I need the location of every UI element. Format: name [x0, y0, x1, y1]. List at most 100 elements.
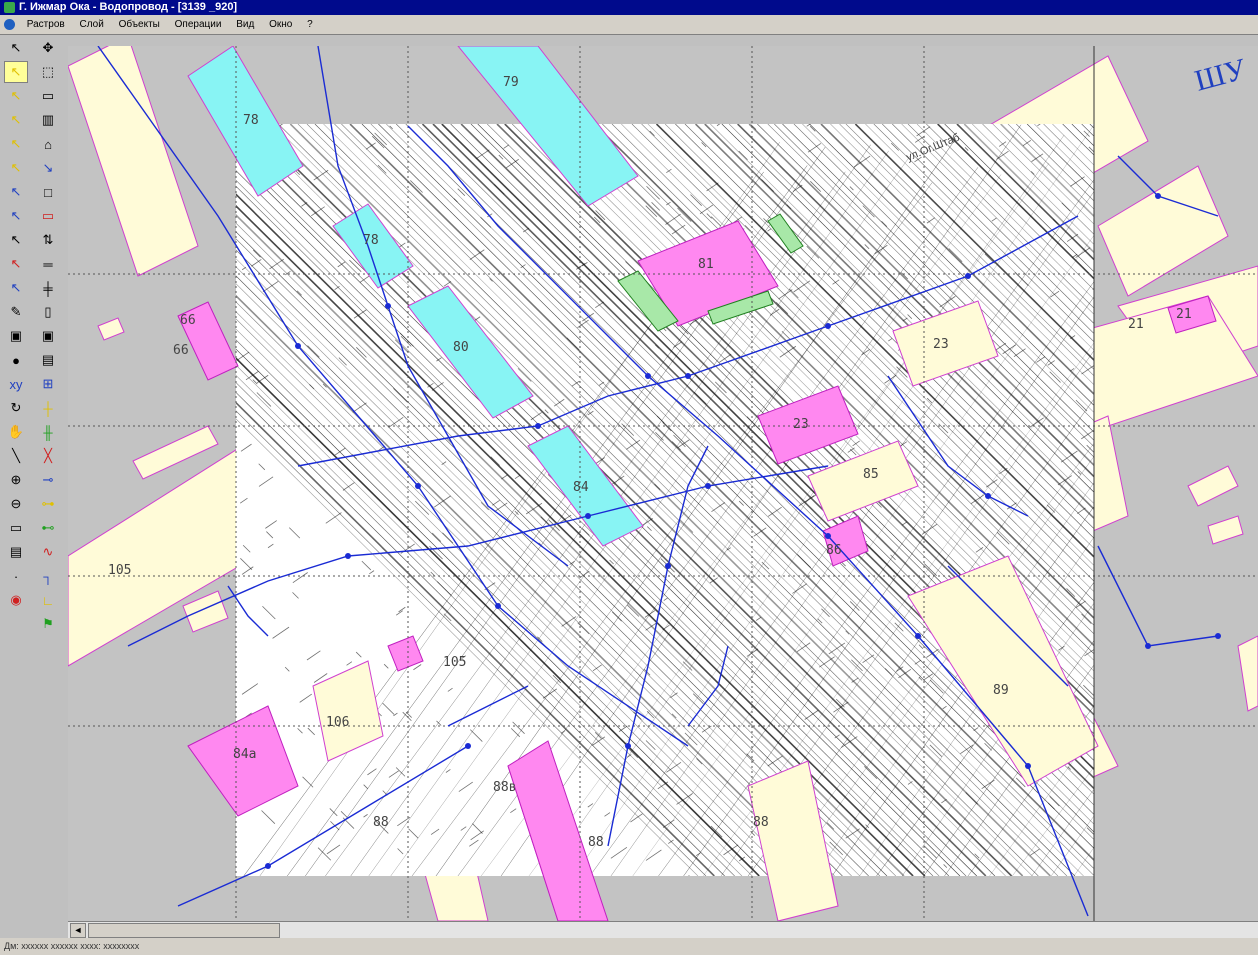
menu-help[interactable]: ? [301, 15, 319, 34]
globe-icon[interactable] [4, 19, 15, 30]
align-icon: ═ [43, 256, 53, 272]
curve-tool-button[interactable]: ∿ [36, 541, 60, 563]
select-shift-tool-button[interactable]: ↖ [4, 277, 28, 299]
xy-icon: xy [9, 376, 23, 392]
map-label: 86 [826, 543, 842, 558]
zoom-in-tool-button[interactable]: ⊕ [4, 469, 28, 491]
select-point-tool-button[interactable]: ↖ [4, 229, 28, 251]
measure-tool-button[interactable]: ╲ [4, 445, 28, 467]
menu-raster[interactable]: Растров [21, 15, 71, 34]
menu-operations[interactable]: Операции [169, 15, 228, 34]
select-red-icon: ↖ [10, 256, 22, 271]
join-tool-button[interactable]: ⊶ [36, 493, 60, 515]
scroll-thumb[interactable] [88, 923, 280, 938]
select-area-tool-button[interactable]: ↖ [4, 133, 28, 155]
rotate-tool-button[interactable]: ↻ [4, 397, 28, 419]
select-red-tool-button[interactable]: ↖ [4, 253, 28, 275]
print-tool-button[interactable]: ▤ [36, 349, 60, 371]
house-icon: ⌂ [44, 136, 52, 152]
rotate-icon: ↻ [10, 400, 22, 415]
frame-icon: ⬚ [41, 64, 55, 79]
node-del-tool-button[interactable]: ╳ [36, 445, 60, 467]
select-blue-tool-button[interactable]: ↖ [4, 181, 28, 203]
eye-tool-button[interactable]: ◉ [4, 589, 28, 611]
pencil-tool-button[interactable]: ✎ [4, 301, 28, 323]
rect-icon: □ [44, 184, 52, 200]
pointer-icon: ↖ [10, 40, 22, 55]
save-tool-button[interactable]: ▣ [36, 325, 60, 347]
angle-tool-button[interactable]: ∟ [36, 589, 60, 611]
map-label: 80 [453, 340, 469, 355]
corner-tool-button[interactable]: ┐ [36, 565, 60, 587]
map-label: 88 [753, 815, 769, 830]
draw-line-tool-button[interactable]: ↘ [36, 157, 60, 179]
binoculars-icon: ● [12, 352, 20, 368]
grid-tool-button[interactable]: · [4, 565, 28, 587]
horizontal-scrollbar[interactable]: ◄ [68, 921, 1258, 938]
move-tool-button[interactable]: ⇅ [36, 229, 60, 251]
angle-icon: ∟ [41, 592, 55, 608]
map-label: 88 [588, 835, 604, 850]
select-line-tool-button[interactable]: ↖ [4, 205, 28, 227]
menu-view[interactable]: Вид [230, 15, 260, 34]
map-label: 66 [180, 313, 196, 328]
net-tool-button[interactable]: ⊞ [36, 373, 60, 395]
frame-tool-button[interactable]: ⬚ [36, 61, 60, 83]
menu-layer[interactable]: Слой [73, 15, 109, 34]
zoom-rect-icon: ▭ [9, 520, 23, 535]
node-move-tool-button[interactable]: ╫ [36, 421, 60, 443]
xy-tool-button[interactable]: xy [4, 373, 28, 395]
layer-tool-button[interactable]: ▭ [36, 85, 60, 107]
house-tool-button[interactable]: ⌂ [36, 133, 60, 155]
node-add-tool-button[interactable]: ┼ [36, 397, 60, 419]
pan-icon: ✥ [42, 40, 54, 55]
pan-tool-button[interactable]: ✥ [36, 37, 60, 59]
pointer-tool-button[interactable]: ↖ [4, 37, 28, 59]
select-edge-tool-button[interactable]: ↖ [4, 109, 28, 131]
zoom-out-tool-button[interactable]: ⊖ [4, 493, 28, 515]
menu-objects[interactable]: Объекты [113, 15, 166, 34]
map-label: 79 [503, 75, 519, 90]
select-node-tool-button[interactable]: ↖ [4, 85, 28, 107]
zoom-rect-tool-button[interactable]: ▭ [4, 517, 28, 539]
rect-red-tool-button[interactable]: ▭ [36, 205, 60, 227]
map-drawing[interactable]: 79 78 78 80 81 84 23 23 85 86 89 105 105… [68, 46, 1258, 921]
title-bar: Г. Ижмар Ока - Водопровод - [3139 _920] [0, 0, 1258, 15]
layer-icon: ▭ [41, 88, 55, 103]
select-group-tool-button[interactable]: ↖ [4, 157, 28, 179]
select-point-icon: ↖ [10, 232, 22, 247]
select-edge-icon: ↖ [10, 112, 22, 127]
align-tool-button[interactable]: ═ [36, 253, 60, 275]
zoom-layer-icon: ▤ [9, 544, 23, 559]
flag-tool-button[interactable]: ⚑ [36, 613, 60, 635]
status-bar: Дм: хххххх хххххх хххх: хххххххх [0, 938, 1258, 955]
rect-red-icon: ▭ [41, 208, 55, 223]
split-tool-button[interactable]: ╪ [36, 277, 60, 299]
toolbar-column-2: ✥ ⬚ ▭ ▥ ⌂ ↘ □ ▭ ⇅ ═ ╪ ▯ ▣ ▤ ⊞ ┼ ╫ ╳ ⊸ ⊶ ⊷ ∿ ┐ ∟ ⚑ [36, 35, 66, 636]
map-label: 88 [373, 815, 389, 830]
rect-tool-button[interactable]: □ [36, 181, 60, 203]
node-add-icon: ┼ [43, 400, 53, 416]
document-tool-button[interactable]: ▯ [36, 301, 60, 323]
link-tool-button[interactable]: ⊸ [36, 469, 60, 491]
hand-tool-button[interactable]: ✋ [4, 421, 28, 443]
table-icon: ▥ [41, 112, 55, 127]
map-label: 84а [233, 747, 256, 762]
scroll-left-button[interactable]: ◄ [70, 923, 86, 938]
status-text: Дм: хххххх хххххх хххх: хххххххх [4, 941, 140, 951]
zoom-layer-tool-button[interactable]: ▤ [4, 541, 28, 563]
page-tool-button[interactable]: ▣ [4, 325, 28, 347]
binoculars-tool-button[interactable]: ● [4, 349, 28, 371]
map-canvas[interactable]: 79 78 78 80 81 84 23 23 85 86 89 105 105… [68, 46, 1258, 921]
map-label: 21 [1176, 307, 1192, 322]
select-area-icon: ↖ [10, 136, 22, 151]
select-yellow-tool-button[interactable]: ↖ [4, 61, 28, 83]
select-shift-icon: ↖ [10, 280, 22, 295]
break-tool-button[interactable]: ⊷ [36, 517, 60, 539]
table-tool-button[interactable]: ▥ [36, 109, 60, 131]
map-label: 85 [863, 467, 879, 482]
map-label: 105 [108, 563, 131, 578]
menu-window[interactable]: Окно [263, 15, 298, 34]
select-blue-icon: ↖ [10, 184, 22, 199]
map-label: 66 [173, 343, 189, 358]
